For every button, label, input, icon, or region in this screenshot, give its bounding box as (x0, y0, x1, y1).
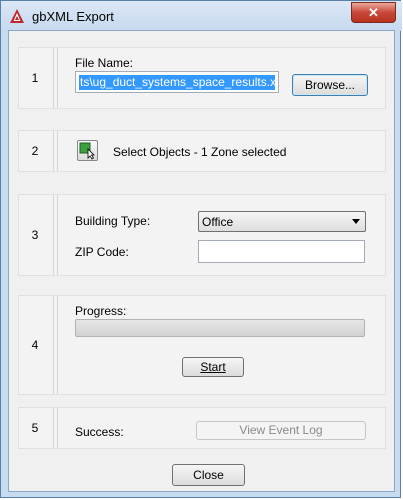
start-button[interactable]: Start (182, 357, 244, 377)
select-objects-label: Select Objects - 1 Zone selected (113, 145, 287, 159)
file-name-label: File Name: (75, 56, 134, 70)
view-event-log-button[interactable]: View Event Log (196, 421, 366, 440)
title-bar[interactable]: gbXML Export ✕ (1, 1, 402, 31)
progress-bar (75, 319, 365, 337)
file-name-input[interactable]: ts\ug_duct_systems_space_results.xml (75, 71, 279, 93)
gbxml-export-window: gbXML Export ✕ 1 File Name: ts\ug_duct_s… (0, 0, 402, 498)
building-type-dropdown[interactable]: Office (198, 211, 366, 232)
step-number: 5 (31, 421, 39, 435)
divider (57, 195, 58, 275)
chevron-down-icon (352, 219, 360, 224)
close-icon: ✕ (368, 5, 379, 20)
divider (57, 408, 58, 448)
step-number: 2 (31, 144, 39, 158)
window-title: gbXML Export (32, 9, 114, 24)
divider (53, 195, 54, 275)
progress-label: Progress: (75, 304, 127, 318)
section-status: 5 Success: View Event Log (18, 407, 386, 449)
section-select-objects: 2 Select Objects - 1 Zone selected (18, 130, 386, 172)
close-button[interactable]: Close (172, 464, 245, 486)
dialog-body: 1 File Name: ts\ug_duct_systems_space_re… (8, 30, 395, 492)
step-number: 4 (31, 338, 39, 352)
divider (57, 296, 58, 394)
divider (53, 296, 54, 394)
status-label: Success: (75, 425, 124, 439)
divider (53, 131, 54, 171)
zip-code-label: ZIP Code: (75, 245, 129, 259)
section-progress: 4 Progress: Start (18, 295, 386, 395)
browse-button[interactable]: Browse... (292, 74, 368, 96)
divider (53, 408, 54, 448)
step-number: 3 (31, 228, 39, 242)
building-type-value: Office (202, 215, 234, 229)
autocad-app-icon (9, 8, 25, 24)
building-type-label: Building Type: (75, 214, 151, 228)
select-objects-icon[interactable] (77, 140, 98, 161)
divider (53, 48, 54, 108)
step-number: 1 (31, 71, 39, 85)
window-close-button[interactable]: ✕ (351, 2, 396, 23)
divider (57, 131, 58, 171)
section-building-settings: 3 Building Type: Office ZIP Code: (18, 194, 386, 276)
file-name-value: ts\ug_duct_systems_space_results.xml (79, 75, 275, 90)
zip-code-input[interactable] (198, 240, 365, 263)
section-file-name: 1 File Name: ts\ug_duct_systems_space_re… (18, 47, 386, 109)
start-button-label: Start (200, 360, 226, 374)
divider (57, 48, 58, 108)
